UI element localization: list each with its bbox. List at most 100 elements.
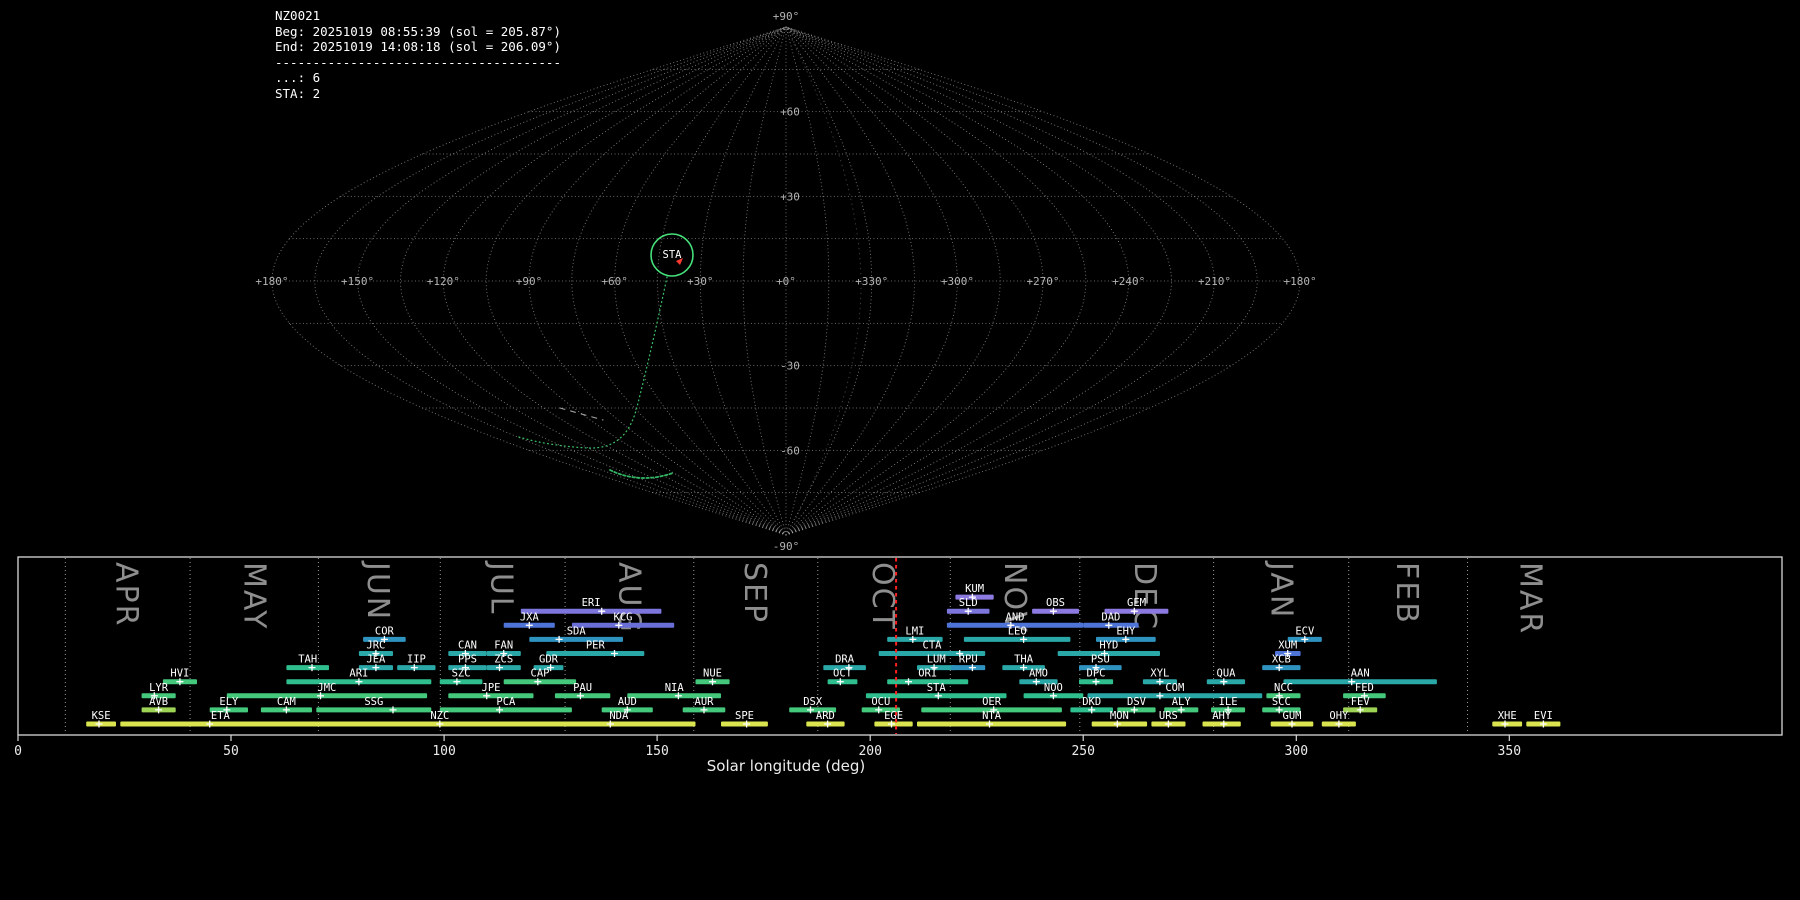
shower-code-label: ERI xyxy=(582,597,601,609)
shower-code-label: ETA xyxy=(211,710,231,722)
shower-code-label: SPE xyxy=(735,710,754,722)
shower-code-label: OBS xyxy=(1046,597,1065,609)
shower-code-label: ILE xyxy=(1219,696,1238,708)
x-tick-label: 150 xyxy=(645,744,668,759)
month-label: JUL xyxy=(484,560,519,616)
shower-code-label: AAN xyxy=(1351,668,1370,680)
shower-code-label: DSV xyxy=(1127,696,1147,708)
shower-code-label: NOO xyxy=(1044,682,1063,694)
x-tick-label: 100 xyxy=(432,744,455,759)
shower-code-label: JRC xyxy=(366,640,385,652)
shower-code-label: OER xyxy=(982,696,1002,708)
longitude-label: +300° xyxy=(941,275,974,288)
shower-code-label: ORI xyxy=(918,668,937,680)
shower-code-label: CAN xyxy=(458,640,477,652)
shower-code-label: LEO xyxy=(1008,625,1027,637)
shower-code-label: ARI xyxy=(349,668,368,680)
info-line: End: 20251019 14:08:18 (sol = 206.09°) xyxy=(275,39,561,55)
shower-code-label: OCU xyxy=(871,696,890,708)
shower-code-label: NUE xyxy=(703,668,722,680)
shower-code-label: DSX xyxy=(803,696,823,708)
shower-code-label: KSE xyxy=(92,710,111,722)
shower-bar xyxy=(120,722,320,727)
shower-bar xyxy=(546,651,644,656)
meridian-line xyxy=(315,27,786,535)
shower-code-label: NCC xyxy=(1274,682,1293,694)
shower-code-label: NIA xyxy=(665,682,685,694)
shower-bar xyxy=(529,637,623,642)
shower-code-label: NTA xyxy=(982,710,1002,722)
info-line: NZ0021 xyxy=(275,8,561,24)
shower-code-label: FEV xyxy=(1351,696,1371,708)
shower-code-label: SLD xyxy=(959,597,978,609)
shower-code-label: OHY xyxy=(1329,710,1349,722)
shower-code-label: AND xyxy=(1006,611,1025,623)
longitude-label: +60° xyxy=(601,275,628,288)
shower-bar xyxy=(316,707,431,712)
shower-code-label: AUR xyxy=(695,696,715,708)
shower-code-label: AHY xyxy=(1212,710,1232,722)
longitude-label: +210° xyxy=(1198,275,1231,288)
longitude-label: +150° xyxy=(341,275,374,288)
shower-code-label: RPU xyxy=(959,654,978,666)
radiant-drift-arc xyxy=(610,470,673,478)
shower-code-label: CAP xyxy=(531,668,550,680)
shower-bar xyxy=(964,637,1071,642)
latitude-label: +30 xyxy=(780,190,800,203)
pole-label: +90° xyxy=(773,10,800,23)
shower-code-label: HVI xyxy=(170,668,189,680)
session-info-panel: NZ0021Beg: 20251019 08:55:39 (sol = 205.… xyxy=(275,8,561,101)
shower-code-label: DPC xyxy=(1087,668,1106,680)
shower-code-label: STA xyxy=(927,682,947,694)
shower-code-label: XHE xyxy=(1498,710,1517,722)
shower-code-label: GUM xyxy=(1283,710,1302,722)
shower-code-label: CTA xyxy=(923,640,943,652)
shower-code-label: DAD xyxy=(1101,611,1120,623)
x-tick-label: 50 xyxy=(223,744,239,759)
month-label: FEB xyxy=(1389,562,1424,625)
shower-code-label: CAM xyxy=(277,696,296,708)
meridian-line xyxy=(658,27,787,535)
latitude-label: -30 xyxy=(780,360,800,373)
shower-bar xyxy=(440,707,572,712)
shower-code-label: EHY xyxy=(1116,625,1136,637)
pole-label: -90° xyxy=(773,540,800,553)
month-label: JUN xyxy=(360,560,395,621)
shower-code-label: JEA xyxy=(366,654,386,666)
longitude-label: +30° xyxy=(687,275,714,288)
shower-code-label: EGE xyxy=(884,710,903,722)
shower-bar xyxy=(521,609,662,614)
info-line: ...: 6 xyxy=(275,70,561,86)
latitude-label: -60 xyxy=(780,444,800,457)
x-tick-label: 250 xyxy=(1071,744,1094,759)
shower-code-label: LMI xyxy=(905,625,924,637)
shower-code-label: PPS xyxy=(458,654,477,666)
shower-bar xyxy=(286,665,329,670)
shower-code-label: ECV xyxy=(1295,625,1315,637)
info-line: Beg: 20251019 08:55:39 (sol = 205.87°) xyxy=(275,24,561,40)
shower-code-label: XUM xyxy=(1278,640,1297,652)
shower-code-label: ALY xyxy=(1172,696,1192,708)
radiant-drift-trail xyxy=(519,277,667,448)
shower-code-label: FED xyxy=(1355,682,1374,694)
shower-code-label: AUD xyxy=(618,696,637,708)
shower-code-label: QUA xyxy=(1217,668,1237,680)
shower-code-label: URS xyxy=(1159,710,1178,722)
shower-code-label: SSG xyxy=(364,696,383,708)
x-tick-label: 350 xyxy=(1498,744,1521,759)
shower-code-label: KCG xyxy=(614,611,633,623)
longitude-label: +330° xyxy=(855,275,888,288)
shower-code-label: AMO xyxy=(1029,668,1048,680)
shower-code-label: NDA xyxy=(609,710,629,722)
shower-code-label: PSU xyxy=(1091,654,1110,666)
shower-bar xyxy=(572,623,674,628)
shower-code-label: SZC xyxy=(452,668,471,680)
shower-code-label: SCC xyxy=(1272,696,1291,708)
longitude-label: +180° xyxy=(255,275,288,288)
shower-code-label: FAN xyxy=(494,640,513,652)
month-label: MAY xyxy=(237,562,272,630)
shower-bar xyxy=(542,722,695,727)
shower-code-label: SDA xyxy=(567,625,587,637)
longitude-label: +90° xyxy=(516,275,543,288)
shower-code-label: JPE xyxy=(482,682,501,694)
